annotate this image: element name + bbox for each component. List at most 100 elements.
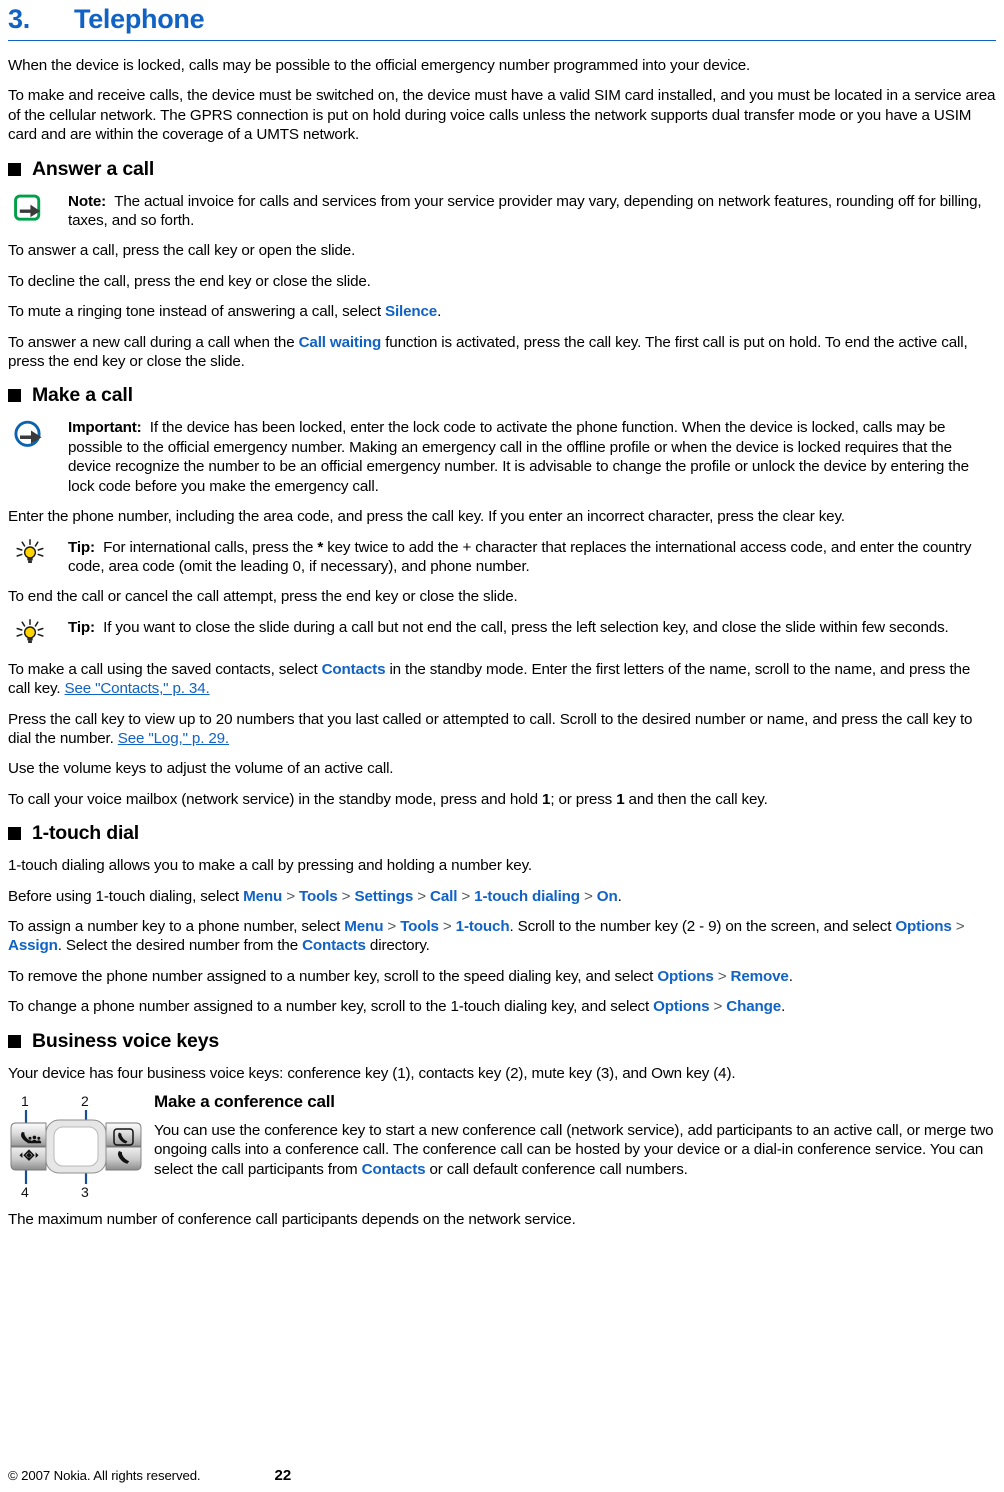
text-run: directory. bbox=[365, 937, 430, 955]
onetouch-paragraph-3: To assign a number key to a phone number… bbox=[8, 917, 996, 956]
business-paragraph-1: Your device has four business voice keys… bbox=[8, 1064, 736, 1082]
tip-text-1: Tip: For international calls, press the … bbox=[68, 538, 996, 577]
answer-paragraph-1: To answer a call, press the call key or … bbox=[8, 242, 356, 260]
ui-label-contacts: Contacts bbox=[361, 1160, 426, 1178]
text-run: and then the call key. bbox=[624, 790, 768, 808]
svg-text:3: 3 bbox=[81, 1184, 89, 1200]
make-paragraph-2: To end the call or cancel the call attem… bbox=[8, 588, 518, 606]
subheading-make-a-conference-call: Make a conference call bbox=[154, 1092, 335, 1111]
menu-path-item: Options bbox=[657, 967, 714, 985]
menu-path-item: Change bbox=[726, 998, 782, 1016]
important-arrow-icon bbox=[8, 419, 68, 449]
important-label: Important: bbox=[68, 419, 142, 437]
menu-path-item: Options bbox=[895, 917, 952, 935]
page-footer: © 2007 Nokia. All rights reserved. 22 bbox=[8, 1467, 996, 1484]
text-run: To answer a new call during a call when … bbox=[8, 333, 299, 351]
tip-callout-2: Tip: If you want to close the slide duri… bbox=[8, 618, 996, 649]
text-run: Before using 1-touch dialing, select bbox=[8, 887, 244, 905]
make-paragraph-1: Enter the phone number, including the ar… bbox=[8, 508, 845, 526]
important-body: If the device has been locked, enter the… bbox=[68, 419, 969, 495]
answer-paragraph-2: To decline the call, press the end key o… bbox=[8, 272, 371, 290]
text-run: . bbox=[617, 887, 622, 905]
menu-path-item: Options bbox=[653, 998, 710, 1016]
onetouch-paragraph-2: Before using 1-touch dialing, select Men… bbox=[8, 887, 996, 906]
make-paragraph-6: To call your voice mailbox (network serv… bbox=[8, 790, 996, 809]
menu-path-item: Menu bbox=[243, 887, 283, 905]
answer-paragraph-4: To answer a new call during a call when … bbox=[8, 333, 996, 372]
menu-path-separator: > bbox=[709, 998, 727, 1016]
menu-path-item: Assign bbox=[8, 937, 58, 955]
menu-path-separator: > bbox=[337, 887, 355, 905]
text-run: To remove the phone number assigned to a… bbox=[8, 967, 658, 985]
section-heading-1-touch-dial: 1-touch dial bbox=[8, 822, 996, 845]
section-title: Business voice keys bbox=[32, 1029, 219, 1052]
svg-text:4: 4 bbox=[21, 1184, 29, 1200]
chapter-divider bbox=[8, 40, 996, 41]
menu-path-separator: > bbox=[951, 917, 965, 935]
menu-path-5: Options > Change bbox=[653, 998, 781, 1015]
answer-paragraph-3: To mute a ringing tone instead of answer… bbox=[8, 302, 996, 321]
menu-path-item: Tools bbox=[400, 917, 439, 935]
menu-path-item: Call bbox=[430, 887, 458, 905]
business-paragraph-2: You can use the conference key to start … bbox=[154, 1121, 996, 1179]
copyright-notice: © 2007 Nokia. All rights reserved. bbox=[8, 1468, 201, 1483]
cross-reference-log[interactable]: See "Log," p. 29. bbox=[118, 730, 229, 747]
cross-reference-contacts[interactable]: See "Contacts," p. 34. bbox=[64, 680, 209, 697]
menu-path-separator: > bbox=[579, 887, 597, 905]
tip-label: Tip: bbox=[68, 618, 95, 636]
menu-path-separator: > bbox=[457, 887, 475, 905]
document-page: 3. Telephone When the device is locked, … bbox=[0, 0, 1004, 1492]
text-run: To change a phone number assigned to a n… bbox=[8, 998, 654, 1016]
svg-text:2: 2 bbox=[81, 1093, 89, 1109]
menu-path-1: Menu > Tools > Settings > Call > 1-touch… bbox=[243, 888, 618, 905]
ui-label-contacts: Contacts bbox=[302, 937, 366, 955]
text-run: ; or press bbox=[550, 790, 617, 808]
page-number: 22 bbox=[274, 1467, 292, 1484]
onetouch-paragraph-4: To remove the phone number assigned to a… bbox=[8, 967, 996, 986]
menu-path-item: Tools bbox=[298, 887, 338, 905]
make-paragraph-5: Use the volume keys to adjust the volume… bbox=[8, 760, 394, 778]
section-heading-answer-a-call: Answer a call bbox=[8, 158, 996, 181]
text-run: For international calls, press the bbox=[103, 538, 318, 556]
intro-paragraph-2: To make and receive calls, the device mu… bbox=[8, 87, 996, 144]
note-callout: Note: The actual invoice for calls and s… bbox=[8, 192, 996, 231]
section-title: 1-touch dial bbox=[32, 822, 140, 845]
text-run: To make a call using the saved contacts,… bbox=[8, 660, 322, 678]
ui-label-silence: Silence bbox=[384, 303, 438, 321]
make-paragraph-3: To make a call using the saved contacts,… bbox=[8, 660, 996, 699]
onetouch-paragraph-5: To change a phone number assigned to a n… bbox=[8, 997, 996, 1016]
menu-path-separator: > bbox=[282, 887, 299, 905]
section-title: Answer a call bbox=[32, 157, 155, 180]
tip-lightbulb-icon bbox=[8, 618, 68, 649]
important-text: Important: If the device has been locked… bbox=[68, 418, 996, 496]
section-heading-make-a-call: Make a call bbox=[8, 384, 996, 407]
text-run: . Select the desired number from the bbox=[57, 937, 303, 955]
menu-path-item: 1-touch dialing bbox=[474, 887, 580, 905]
chapter-title: Telephone bbox=[74, 4, 205, 34]
chapter-header: 3. Telephone bbox=[8, 0, 996, 39]
menu-path-item: Menu bbox=[344, 917, 384, 935]
menu-path-2: Menu > Tools > 1-touch bbox=[344, 918, 509, 935]
business-voice-keys-figure: 1 2 3 4 bbox=[8, 1092, 150, 1200]
business-keys-block: 1 2 3 4 Make a conference call You can u… bbox=[8, 1092, 996, 1200]
text-run: or call default conference call numbers. bbox=[425, 1160, 688, 1178]
menu-path-item: Remove bbox=[730, 967, 789, 985]
bullet-square-icon bbox=[8, 389, 21, 403]
ui-label-contacts: Contacts bbox=[321, 660, 386, 678]
onetouch-paragraph-1: 1-touch dialing allows you to make a cal… bbox=[8, 857, 532, 875]
text-run: . bbox=[437, 303, 442, 321]
text-run: . bbox=[788, 967, 793, 985]
tip-lightbulb-icon bbox=[8, 538, 68, 569]
menu-path-item: 1-touch bbox=[455, 917, 510, 935]
menu-path-separator: > bbox=[383, 917, 401, 935]
make-paragraph-4: Press the call key to view up to 20 numb… bbox=[8, 710, 996, 749]
business-keys-text: Make a conference call You can use the c… bbox=[150, 1092, 996, 1190]
tip-text-2: Tip: If you want to close the slide duri… bbox=[68, 618, 996, 637]
important-callout: Important: If the device has been locked… bbox=[8, 418, 996, 496]
bullet-square-icon bbox=[8, 162, 21, 176]
ui-label-call-waiting: Call waiting bbox=[298, 333, 382, 351]
menu-path-item: On bbox=[596, 887, 618, 905]
menu-path-4: Options > Remove bbox=[657, 967, 789, 985]
note-arrow-icon bbox=[8, 193, 68, 223]
intro-paragraph-1: When the device is locked, calls may be … bbox=[8, 57, 751, 74]
